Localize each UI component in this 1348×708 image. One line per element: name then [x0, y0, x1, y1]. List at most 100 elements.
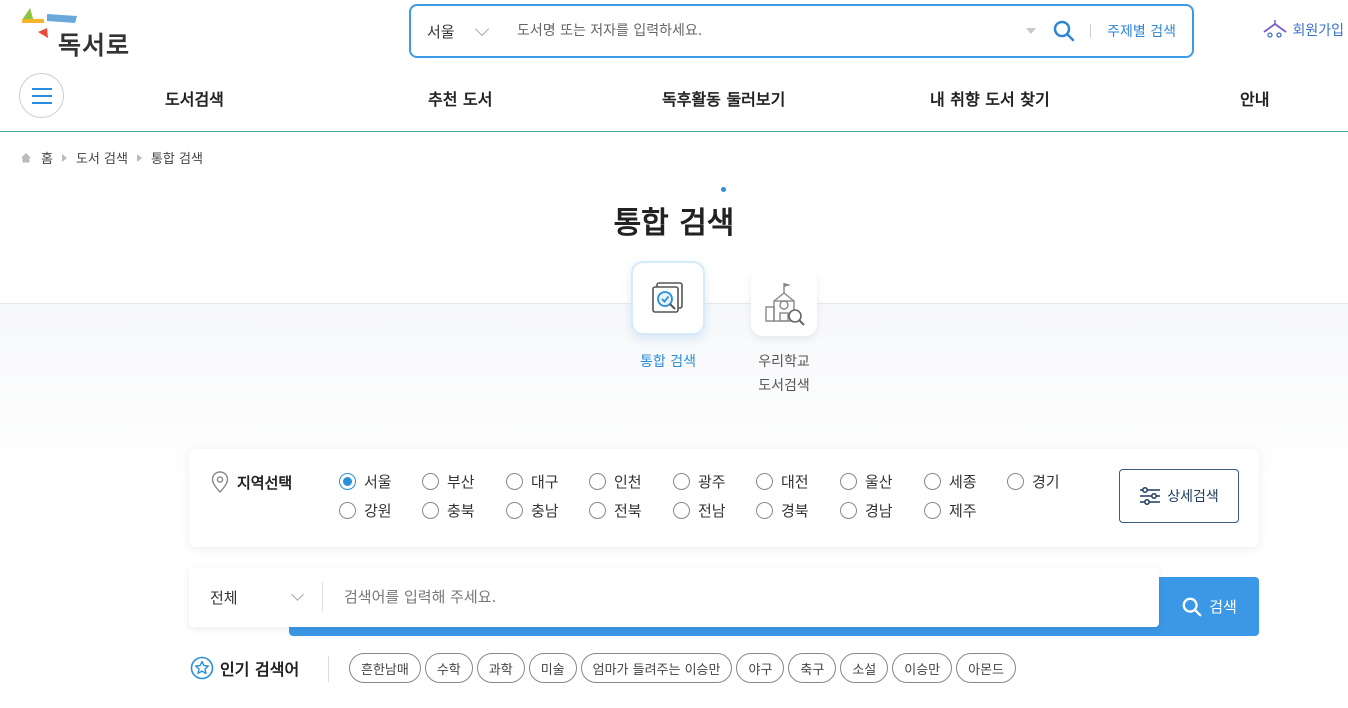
header-region-select[interactable]: 서울 [411, 21, 497, 42]
region-radio-label: 전북 [614, 502, 642, 520]
main-nav: 도서검색 추천 도서 독후활동 둘러보기 내 취향 도서 찾기 안내 [0, 66, 1348, 132]
region-radio-incheon[interactable]: 인천 [589, 471, 642, 492]
region-radio-gyeongnam[interactable]: 경남 [840, 500, 893, 521]
keyword-tag[interactable]: 야구 [736, 653, 785, 683]
region-radio-label: 광주 [698, 473, 726, 491]
region-radio-gyeonggi[interactable]: 경기 [1007, 471, 1060, 492]
breadcrumb-book-search[interactable]: 도서 검색 [76, 148, 128, 167]
header-search-bar: 서울 주제별 검색 [409, 4, 1194, 58]
tab-integrated-search[interactable] [631, 261, 705, 335]
tab-school-search-label[interactable]: 우리학교 도서검색 [736, 350, 832, 398]
region-radio-label: 강원 [364, 502, 392, 520]
region-radio-daegu[interactable]: 대구 [506, 471, 559, 492]
detail-search-button[interactable]: 상세검색 [1119, 469, 1239, 523]
location-pin-icon [211, 471, 229, 493]
search-icon [1182, 597, 1202, 616]
keyword-tag[interactable]: 흔한남매 [349, 653, 421, 683]
keyword-tag[interactable]: 아몬드 [956, 653, 1017, 683]
region-radio-jeonnam[interactable]: 전남 [673, 500, 726, 521]
radio-circle [1007, 473, 1024, 490]
region-radio-label: 대구 [531, 473, 559, 491]
keyword-tag[interactable]: 축구 [788, 653, 837, 683]
join-label: 회원가입 [1292, 23, 1344, 39]
keyword-tag[interactable]: 엄마가 들려주는 이승만 [580, 653, 733, 683]
region-radio-chungbuk[interactable]: 충북 [422, 500, 475, 521]
topic-search-link[interactable]: 주제별 검색 [1107, 21, 1176, 41]
tab-school-search[interactable] [751, 270, 817, 336]
region-radio-gangwon[interactable]: 강원 [339, 500, 392, 521]
popular-keywords-label: 인기 검색어 [220, 660, 300, 679]
site-logo[interactable]: 독서로 [20, 4, 150, 60]
tab-integrated-search-label[interactable]: 통합 검색 [620, 350, 716, 374]
hamburger-menu-button[interactable] [19, 73, 64, 118]
join-link[interactable]: 회원가입 [1262, 20, 1344, 40]
nav-item-activities[interactable]: 독후활동 둘러보기 [662, 86, 785, 110]
region-radio-gwangju[interactable]: 광주 [673, 471, 726, 492]
chevron-down-icon [291, 588, 304, 601]
region-radio-jeju[interactable]: 제주 [924, 500, 977, 521]
nav-item-preference[interactable]: 내 취향 도서 찾기 [930, 86, 1050, 110]
region-radio-ulsan[interactable]: 울산 [840, 471, 893, 492]
keyword-tag[interactable]: 수학 [424, 653, 473, 683]
radio-circle [339, 502, 356, 519]
region-radio-busan[interactable]: 부산 [422, 471, 475, 492]
radio-circle [589, 502, 606, 519]
nav-item-book-search[interactable]: 도서검색 [165, 86, 224, 110]
region-radio-gyeongbuk[interactable]: 경북 [756, 500, 809, 521]
region-select-panel: 지역선택 서울 부산 대구 인천 광주 대전 울산 세종 경기 강원 충북 충남… [189, 449, 1259, 547]
region-title-label: 지역선택 [237, 473, 293, 492]
popular-keywords-list: 흔한남매 수학 과학 미술 엄마가 들려주는 이승만 야구 축구 소설 이승만 … [349, 653, 1017, 683]
school-search-icon [765, 283, 805, 326]
radio-circle [924, 502, 941, 519]
keyword-tag[interactable]: 이승만 [892, 653, 953, 683]
search-scope-select[interactable]: 전체 [189, 582, 323, 612]
search-icon[interactable] [1052, 19, 1076, 43]
title-dot [721, 187, 726, 192]
region-radio-daejeon[interactable]: 대전 [756, 471, 809, 492]
radio-circle [506, 473, 523, 490]
radio-circle [924, 473, 941, 490]
header-search-input[interactable] [497, 23, 1027, 39]
keyword-tag[interactable]: 소설 [840, 653, 889, 683]
region-radio-seoul[interactable]: 서울 [339, 471, 392, 492]
region-radio-label: 세종 [949, 473, 977, 491]
sliders-icon [1140, 487, 1161, 505]
region-radio-label: 울산 [865, 473, 893, 491]
star-icon [190, 656, 214, 680]
radio-circle [673, 473, 690, 490]
breadcrumb-home[interactable]: 홈 [41, 148, 53, 167]
main-search-button-label: 검색 [1209, 598, 1237, 616]
popular-keywords-title: 인기 검색어 [190, 656, 299, 680]
main-search-input[interactable] [323, 588, 1159, 606]
main-search-button[interactable]: 검색 [1159, 577, 1259, 636]
nav-item-guide[interactable]: 안내 [1240, 86, 1269, 110]
region-radio-label: 서울 [364, 473, 392, 491]
region-radio-jeonbuk[interactable]: 전북 [589, 500, 642, 521]
region-radio-label: 경남 [865, 502, 893, 520]
region-radio-label: 경북 [781, 502, 809, 520]
region-radio-chungnam[interactable]: 충남 [506, 500, 559, 521]
divider [1090, 24, 1092, 38]
divider [328, 656, 329, 682]
region-radio-label: 경기 [1032, 473, 1060, 491]
region-radio-sejong[interactable]: 세종 [924, 471, 977, 492]
chevron-right-icon [136, 153, 142, 162]
radio-circle [840, 473, 857, 490]
radio-circle [840, 502, 857, 519]
radio-circle [339, 473, 356, 490]
region-radio-label: 충남 [531, 502, 559, 520]
chevron-down-icon [474, 21, 490, 36]
keyword-tag[interactable]: 미술 [528, 653, 577, 683]
radio-circle [422, 473, 439, 490]
radio-circle [756, 473, 773, 490]
nav-item-recommended[interactable]: 추천 도서 [428, 86, 492, 110]
breadcrumb-current: 통합 검색 [150, 152, 203, 167]
keyword-tag[interactable]: 과학 [476, 653, 525, 683]
dropdown-arrow-icon[interactable] [1026, 28, 1037, 34]
radio-circle [673, 502, 690, 519]
tab-school-search-label-line2: 도서검색 [758, 378, 810, 394]
region-radio-label: 제주 [949, 502, 977, 520]
radio-circle [589, 473, 606, 490]
radio-circle [422, 502, 439, 519]
integrated-search-icon [652, 282, 683, 313]
